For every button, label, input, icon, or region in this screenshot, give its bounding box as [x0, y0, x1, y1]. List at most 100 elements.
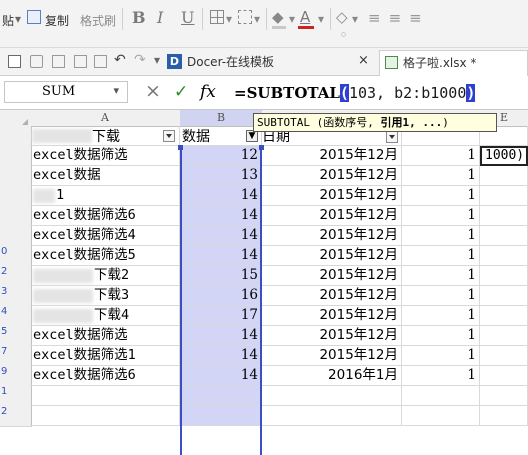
cell-a[interactable]: 下载2 — [30, 266, 180, 286]
spreadsheet-grid[interactable]: A B C D E 下载 数据 ▼ 日期 excel数据筛选122015年12月… — [0, 110, 528, 455]
row-number[interactable]: 0 — [0, 246, 32, 267]
cell-b[interactable]: 16 — [180, 286, 262, 306]
cell-d[interactable]: 1 — [402, 366, 480, 386]
font-color-button[interactable]: A — [300, 8, 310, 26]
cell-d[interactable]: 1 — [402, 226, 480, 246]
cell-e[interactable] — [480, 326, 528, 346]
cell-c[interactable]: 2015年12月 — [262, 246, 402, 266]
cell-e[interactable] — [480, 166, 528, 186]
cell-c[interactable]: 2015年12月 — [262, 146, 402, 166]
cell-b[interactable]: 13 — [180, 166, 262, 186]
cell-d[interactable]: 1 — [402, 146, 480, 166]
cell-a[interactable]: 下载4 — [30, 306, 180, 326]
underline-button[interactable]: U — [181, 8, 194, 27]
cell-a[interactable]: excel数据筛选5 — [30, 246, 180, 266]
align-buttons-icon[interactable]: ≡≡≡ — [368, 9, 430, 27]
cell-b[interactable]: 15 — [180, 266, 262, 286]
cell-c[interactable]: 2015年12月 — [262, 266, 402, 286]
cell-d[interactable] — [402, 386, 480, 406]
redo-icon[interactable]: ↷ — [134, 52, 146, 68]
cell-e[interactable] — [480, 366, 528, 386]
confirm-button[interactable]: ✓ — [174, 82, 188, 102]
row-number[interactable]: 1 — [0, 386, 32, 407]
cell-b[interactable]: 14 — [180, 226, 262, 246]
cell-e[interactable] — [480, 406, 528, 426]
row-number[interactable]: 2 — [0, 266, 32, 287]
cell-c[interactable] — [262, 386, 402, 406]
row-number[interactable] — [0, 206, 32, 227]
format-painter-button[interactable]: 格式刷 — [80, 12, 116, 29]
copy-button[interactable]: 复制 — [45, 12, 69, 29]
borders-icon[interactable] — [210, 10, 224, 24]
cell-d[interactable]: 1 — [402, 346, 480, 366]
cell-e[interactable] — [480, 306, 528, 326]
cell-b[interactable] — [180, 386, 262, 406]
undo-icon[interactable]: ↶ — [114, 52, 126, 68]
cell-c[interactable]: 2015年12月 — [262, 226, 402, 246]
cell-a[interactable]: excel数据 — [30, 166, 180, 186]
cell-a[interactable]: excel数据筛选6 — [30, 366, 180, 386]
cell-a[interactable]: 下载3 — [30, 286, 180, 306]
cell-c[interactable]: 2015年12月 — [262, 326, 402, 346]
quick-access-dropdown-icon[interactable]: ▾ — [154, 53, 160, 67]
tab-close-button[interactable]: × — [358, 53, 369, 68]
merge-dropdown-icon[interactable]: ▾ — [254, 12, 260, 26]
cell-b[interactable]: 14 — [180, 346, 262, 366]
cell-e[interactable] — [480, 346, 528, 366]
fill-color-icon[interactable]: ◆ — [272, 8, 284, 26]
row-number[interactable] — [0, 146, 32, 167]
cell-c[interactable] — [262, 406, 402, 426]
cell-a[interactable]: excel数据筛选6 — [30, 206, 180, 226]
cell-c[interactable]: 2015年12月 — [262, 306, 402, 326]
cell-e[interactable] — [480, 286, 528, 306]
tab-file-active[interactable]: 格子啦.xlsx * — [379, 50, 528, 76]
row-number[interactable] — [0, 126, 32, 147]
cell-b[interactable]: 14 — [180, 366, 262, 386]
export-pdf-icon[interactable] — [74, 55, 87, 68]
italic-button[interactable]: I — [157, 8, 163, 27]
formula-input[interactable]: =SUBTOTAL(103, b2:b1000) — [234, 84, 476, 102]
row-number[interactable] — [0, 186, 32, 207]
filter-dropdown-a[interactable] — [163, 130, 175, 142]
cell-d[interactable]: 1 — [402, 206, 480, 226]
copy-icon[interactable] — [27, 10, 41, 24]
selection-handle[interactable] — [178, 145, 183, 150]
filter-dropdown-c[interactable] — [386, 131, 398, 143]
cell-b[interactable]: 14 — [180, 206, 262, 226]
save-icon[interactable] — [8, 55, 21, 68]
tab-docer[interactable]: Docer-在线模板 — [187, 53, 274, 70]
insert-function-button[interactable]: fx — [200, 82, 216, 102]
cell-b[interactable]: 14 — [180, 326, 262, 346]
cell-b[interactable]: 14 — [180, 186, 262, 206]
cell-a[interactable]: excel数据筛选4 — [30, 226, 180, 246]
cell-d[interactable]: 1 — [402, 166, 480, 186]
row-number[interactable] — [0, 226, 32, 247]
cell-c[interactable]: 2015年12月 — [262, 346, 402, 366]
cell-e[interactable] — [480, 186, 528, 206]
cell-c[interactable]: 2015年12月 — [262, 286, 402, 306]
name-box[interactable]: SUM ▾ — [4, 81, 128, 103]
row-number[interactable]: 4 — [0, 306, 32, 327]
cell-d[interactable]: 1 — [402, 326, 480, 346]
cell-d[interactable]: 1 — [402, 306, 480, 326]
cell-c[interactable]: 2015年12月 — [262, 206, 402, 226]
preview-icon[interactable] — [94, 55, 107, 68]
cell-d[interactable]: 1 — [402, 186, 480, 206]
row-number[interactable]: 2 — [0, 406, 32, 427]
cell-b[interactable] — [180, 406, 262, 426]
print-icon[interactable] — [30, 55, 43, 68]
fill-dropdown-icon[interactable]: ▾ — [289, 12, 295, 26]
row-number[interactable]: 9 — [0, 366, 32, 387]
select-all-corner[interactable] — [0, 110, 31, 127]
borders-dropdown-icon[interactable]: ▾ — [226, 12, 232, 26]
cell-c[interactable]: 2015年12月 — [262, 166, 402, 186]
cell-d[interactable]: 1 — [402, 266, 480, 286]
column-header-a[interactable]: A — [30, 110, 181, 127]
cell-d[interactable] — [402, 406, 480, 426]
cell-e[interactable] — [480, 246, 528, 266]
cell-a[interactable]: excel数据筛选 — [30, 326, 180, 346]
clear-format-icon[interactable]: ◇ — [336, 8, 348, 26]
selection-handle[interactable] — [259, 145, 264, 150]
clear-dropdown-icon[interactable]: ▾ — [352, 12, 358, 26]
cell-a[interactable]: 1 — [30, 186, 180, 206]
